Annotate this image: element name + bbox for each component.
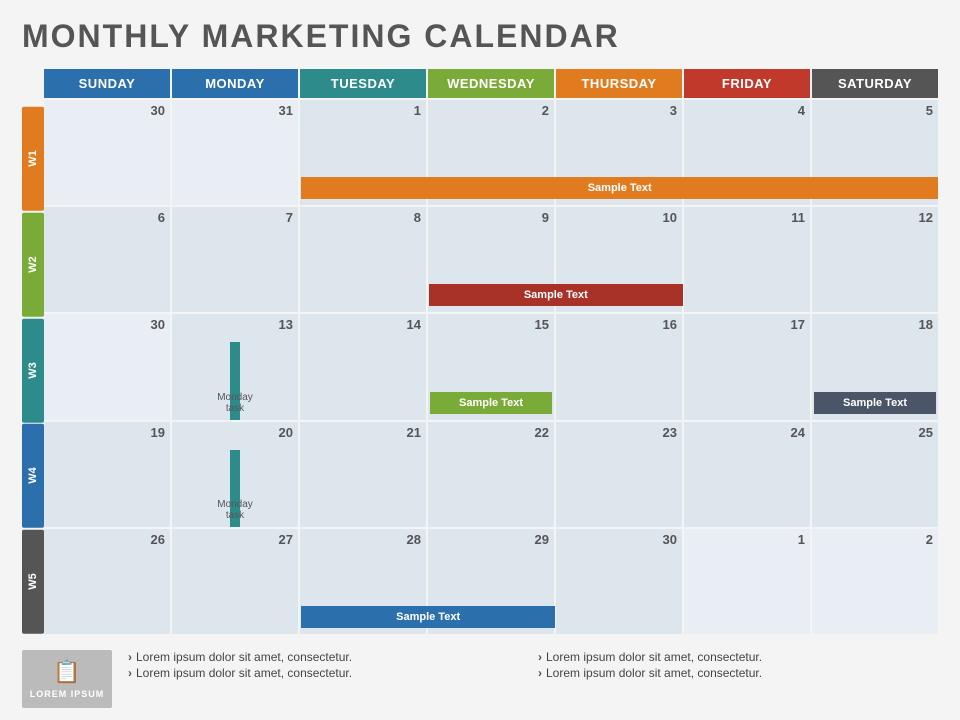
footer-icon-box: 📋 LOREM IPSUM (22, 650, 112, 708)
day-cell: 11 (684, 207, 810, 312)
event-bar-w5: Sample Text (301, 606, 554, 628)
week-row-2: 6 7 8 9 10 11 12 Sample Text (44, 207, 938, 312)
clipboard-icon: 📋 (53, 659, 80, 685)
header-thursday: THURSDAY (556, 69, 682, 98)
week-row-3: 30 13 Mondaytask 14 15 Sample Text 16 17… (44, 314, 938, 419)
bullet-text-3: Lorem ipsum dolor sit amet, consectetur. (136, 666, 352, 680)
header-monday: MONDAY (172, 69, 298, 98)
event-bar-w1: Sample Text (301, 177, 938, 199)
week-label-w3: W3 (22, 319, 44, 423)
bullet-text-1: Lorem ipsum dolor sit amet, consectetur. (136, 650, 352, 664)
day-cell: 23 (556, 422, 682, 527)
week-label-w5: W5 (22, 530, 44, 634)
day-cell: 1 (684, 529, 810, 634)
footer: 📋 LOREM IPSUM › Lorem ipsum dolor sit am… (22, 646, 938, 708)
bullet-arrow-3: › (128, 666, 132, 680)
week-row-1: 30 31 1 2 3 4 5 Sample Text (44, 100, 938, 205)
bullet-text-2: Lorem ipsum dolor sit amet, consectetur. (546, 650, 762, 664)
day-cell: 27 (172, 529, 298, 634)
footer-bullets: › Lorem ipsum dolor sit amet, consectetu… (128, 650, 938, 680)
day-cell: 15 Sample Text (428, 314, 554, 419)
day-cell: 13 Mondaytask (172, 314, 298, 419)
event-bar-w3-wed: Sample Text (430, 392, 552, 414)
page-title: MONTHLY MARKETING CALENDAR (22, 18, 938, 55)
footer-bullet-2: › Lorem ipsum dolor sit amet, consectetu… (538, 650, 938, 664)
day-cell: 31 (172, 100, 298, 205)
header-wednesday: WEDNESDAY (428, 69, 554, 98)
day-cell: 21 (300, 422, 426, 527)
day-cell: 18 Sample Text (812, 314, 938, 419)
event-bar-w3-sat: Sample Text (814, 392, 936, 414)
day-cell: 8 (300, 207, 426, 312)
week-labels: W1 W2 W3 W4 W5 (22, 107, 44, 636)
page: MONTHLY MARKETING CALENDAR W1 W2 W3 W4 W… (0, 0, 960, 720)
week-label-w2: W2 (22, 213, 44, 317)
day-cell: 16 (556, 314, 682, 419)
calendar-wrapper: W1 W2 W3 W4 W5 SUNDAY MONDAY TUESDAY WED… (22, 69, 938, 636)
week-label-w4: W4 (22, 424, 44, 528)
footer-bullet-3: › Lorem ipsum dolor sit amet, consectetu… (128, 666, 528, 680)
day-cell: 24 (684, 422, 810, 527)
day-cell: 30 (44, 100, 170, 205)
day-cell: 30 (44, 314, 170, 419)
footer-bullet-4: › Lorem ipsum dolor sit amet, consectetu… (538, 666, 938, 680)
week-row-4: 19 20 Mondaytask 21 22 23 24 25 (44, 422, 938, 527)
day-cell: 30 (556, 529, 682, 634)
day-cell: 6 (44, 207, 170, 312)
day-cell: 7 (172, 207, 298, 312)
day-cell: 14 (300, 314, 426, 419)
footer-icon-label: LOREM IPSUM (30, 689, 105, 699)
day-cell: 12 (812, 207, 938, 312)
calendar-header: SUNDAY MONDAY TUESDAY WEDNESDAY THURSDAY… (44, 69, 938, 98)
header-friday: FRIDAY (684, 69, 810, 98)
day-cell: 20 Mondaytask (172, 422, 298, 527)
header-saturday: SATURDAY (812, 69, 938, 98)
day-cell: 17 (684, 314, 810, 419)
day-cell: 2 (812, 529, 938, 634)
event-bar-w2: Sample Text (429, 284, 682, 306)
monday-task-label-w4: Mondaytask (217, 499, 253, 521)
day-cell: 22 (428, 422, 554, 527)
day-cell: 19 (44, 422, 170, 527)
bullet-text-4: Lorem ipsum dolor sit amet, consectetur. (546, 666, 762, 680)
calendar-grid: SUNDAY MONDAY TUESDAY WEDNESDAY THURSDAY… (44, 69, 938, 636)
header-sunday: SUNDAY (44, 69, 170, 98)
bullet-arrow-4: › (538, 666, 542, 680)
bullet-arrow-2: › (538, 650, 542, 664)
monday-task-label-w3: Mondaytask (217, 392, 253, 414)
footer-bullet-1: › Lorem ipsum dolor sit amet, consectetu… (128, 650, 528, 664)
day-cell: 26 (44, 529, 170, 634)
day-cell: 25 (812, 422, 938, 527)
bullet-arrow-1: › (128, 650, 132, 664)
header-tuesday: TUESDAY (300, 69, 426, 98)
week-label-w1: W1 (22, 107, 44, 211)
week-row-5: 26 27 28 29 30 1 2 Sample Text (44, 529, 938, 634)
